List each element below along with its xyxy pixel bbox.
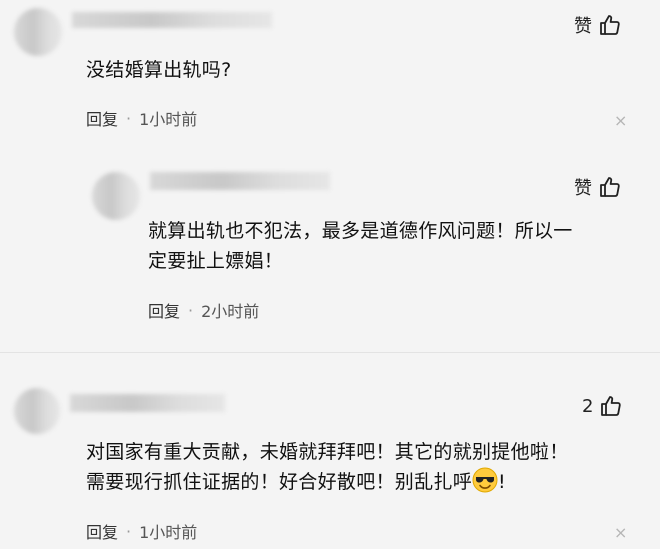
meta-separator: · [188, 300, 194, 320]
comment-meta: 回复 · 1小时前 [86, 519, 197, 543]
comment-text-part: 需要现行抓住证据的！好合好散吧！别乱扎呼 [86, 471, 473, 493]
reply-button[interactable]: 回复 [148, 298, 180, 322]
comment-text: 对国家有重大贡献，未婚就拜拜吧！其它的就别提他啦！ 需要现行抓住证据的！好合好散… [86, 437, 569, 497]
timestamp: 1小时前 [139, 110, 198, 129]
close-icon[interactable]: × [614, 111, 627, 130]
reply-button[interactable]: 回复 [86, 106, 118, 130]
comment-text-line: 需要现行抓住证据的！好合好散吧！别乱扎呼 ! [86, 467, 569, 497]
timestamp: 2小时前 [201, 302, 260, 321]
meta-separator: · [126, 521, 132, 541]
comment-text-line: 定要扯上嫖娼！ [148, 250, 284, 272]
like-count: 2 [582, 395, 594, 417]
username-blurred[interactable] [72, 12, 272, 28]
timestamp: 1小时前 [139, 523, 198, 542]
thumbs-up-icon [600, 15, 620, 35]
like-label: 赞 [574, 178, 592, 199]
comment-text-line: 就算出轨也不犯法，最多是道德作风问题！所以一 [148, 220, 573, 242]
meta-separator: · [126, 108, 132, 128]
comment-text: 就算出轨也不犯法，最多是道德作风问题！所以一 定要扯上嫖娼！ [148, 216, 573, 276]
username-blurred[interactable] [70, 394, 225, 412]
username-blurred[interactable] [150, 172, 330, 190]
comment-text-line: 对国家有重大贡献，未婚就拜拜吧！其它的就别提他啦！ [86, 441, 569, 463]
comment-meta: 回复 · 2小时前 [148, 298, 259, 322]
avatar[interactable] [14, 388, 60, 434]
close-icon[interactable]: × [614, 523, 627, 542]
like-button[interactable]: 2 [582, 394, 623, 418]
like-label: 赞 [574, 16, 592, 37]
divider [0, 352, 660, 353]
like-button[interactable]: 赞 [574, 174, 622, 200]
avatar[interactable] [92, 172, 140, 220]
reply-button[interactable]: 回复 [86, 519, 118, 543]
like-button[interactable]: 赞 [574, 12, 622, 38]
comment-text-part: ! [498, 471, 506, 493]
thumbs-up-icon [600, 177, 620, 197]
comment-meta: 回复 · 1小时前 [86, 106, 197, 130]
avatar[interactable] [14, 8, 62, 56]
comment-text: 没结婚算出轨吗? [86, 59, 232, 81]
sunglasses-emoji-icon [472, 467, 498, 493]
thumbs-up-icon [601, 396, 622, 416]
